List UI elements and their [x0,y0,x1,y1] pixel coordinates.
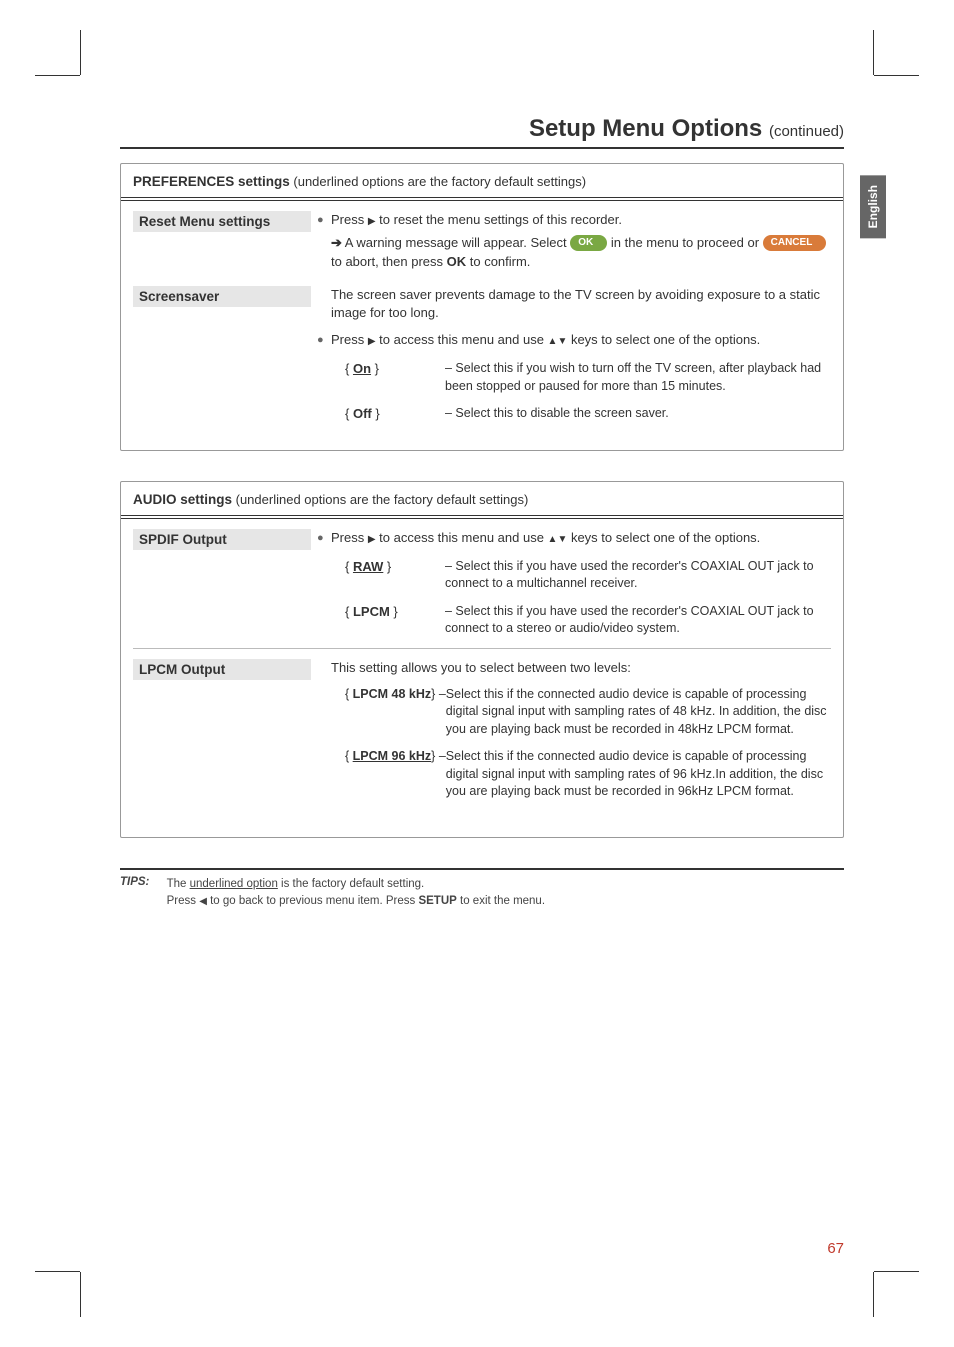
reset-menu-label: Reset Menu settings [133,211,311,232]
raw-val: – Select this if you have used the recor… [445,558,831,593]
up-icon [548,332,558,347]
preferences-panel: PREFERENCES settings (underlined options… [120,163,844,451]
text: to confirm. [466,254,530,269]
spdif-lpcm-row: { LPCM } – Select this if you have used … [317,603,831,638]
dash: – [435,749,445,763]
reset-menu-row: Reset Menu settings ● Press to reset the… [133,211,831,272]
lpcm-output-row: LPCM Output This setting allows you to s… [133,659,831,811]
down-icon [557,530,567,545]
lpcm-val: – Select this if you have used the recor… [445,603,831,638]
text: Press [167,895,200,907]
spdif-label: SPDIF Output [133,529,311,550]
down-icon [557,332,567,347]
text: keys to select one of the options. [567,332,760,347]
text: Press [331,530,368,545]
cancel-pill: CANCEL [763,235,827,251]
screensaver-bullet: Press to access this menu and use keys t… [331,331,831,350]
text: to access this menu and use [376,332,548,347]
divider [133,648,831,649]
text: to access this menu and use [376,530,548,545]
lpcm96-key: LPCM 96 kHz [353,749,432,763]
text: The [167,878,190,890]
on-key: On [353,361,371,376]
prefs-header-strong: PREFERENCES settings [133,174,290,189]
play-icon [368,212,376,227]
screensaver-label: Screensaver [133,286,311,307]
raw-key: RAW [353,559,383,574]
ok-pill: OK [570,235,607,251]
lpcm-key: LPCM [353,604,390,619]
audio-header-note: (underlined options are the factory defa… [232,492,528,507]
spdif-row: SPDIF Output ● Press to access this menu… [133,529,831,638]
lpcm-intro: This setting allows you to select betwee… [317,659,831,678]
play-icon [368,332,376,347]
text: Press [331,332,368,347]
screensaver-off-row: { Off } – Select this to disable the scr… [317,405,831,424]
text: Press [331,212,368,227]
bullet-icon: ● [317,331,331,349]
audio-header-strong: AUDIO settings [133,492,232,507]
play-icon [368,530,376,545]
dash: – [435,687,445,701]
screensaver-row: Screensaver The screen saver prevents da… [133,286,831,424]
text: is the factory default setting. [278,878,424,890]
lpcm-output-label: LPCM Output [133,659,311,680]
spdif-bullet: Press to access this menu and use keys t… [331,529,831,548]
off-key: Off [353,406,372,421]
arrow-icon: ➔ [331,235,342,250]
lpcm96-row: { LPCM 96 kHz} – Select this if the conn… [345,748,831,801]
underlined-option: underlined option [190,878,278,890]
text: in the menu to proceed or [607,235,762,250]
on-val: – Select this if you wish to turn off th… [445,360,831,395]
reset-line1: Press to reset the menu settings of this… [331,211,831,230]
bullet-icon: ● [317,211,331,229]
lpcm96-val: Select this if the connected audio devic… [446,748,831,801]
audio-panel: AUDIO settings (underlined options are t… [120,481,844,838]
text: keys to select one of the options. [567,530,760,545]
audio-header: AUDIO settings (underlined options are t… [121,482,843,519]
reset-line2: ➔ A warning message will appear. Select … [317,234,831,272]
screensaver-intro: The screen saver prevents damage to the … [317,286,831,324]
preferences-header: PREFERENCES settings (underlined options… [121,164,843,201]
left-icon [199,895,207,907]
spdif-raw-row: { RAW } – Select this if you have used t… [317,558,831,593]
text: to exit the menu. [457,895,545,907]
text: to abort, then press [331,254,447,269]
lpcm48-key: LPCM 48 kHz [353,687,432,701]
screensaver-on-row: { On } – Select this if you wish to turn… [317,360,831,395]
lpcm48-row: { LPCM 48 kHz} – Select this if the conn… [345,686,831,739]
title-rule [120,147,844,149]
text: to reset the menu settings of this recor… [376,212,622,227]
setup-bold: SETUP [418,895,456,907]
title-text: Setup Menu Options [529,115,762,142]
text: to go back to previous menu item. Press [207,895,419,907]
off-val: – Select this to disable the screen save… [445,405,831,424]
page-title: Setup Menu Options (continued) [120,115,844,143]
title-continued: (continued) [769,123,844,140]
prefs-header-note: (underlined options are the factory defa… [290,174,586,189]
page-number: 67 [827,1240,844,1257]
language-tab: English [860,175,886,238]
bullet-icon: ● [317,529,331,547]
ok-bold: OK [447,254,467,269]
text: A warning message will appear. Select [342,235,570,250]
lpcm48-val: Select this if the connected audio devic… [446,686,831,739]
tips-section: TIPS: The underlined option is the facto… [120,868,844,911]
tips-label: TIPS: [120,876,163,888]
up-icon [548,530,558,545]
